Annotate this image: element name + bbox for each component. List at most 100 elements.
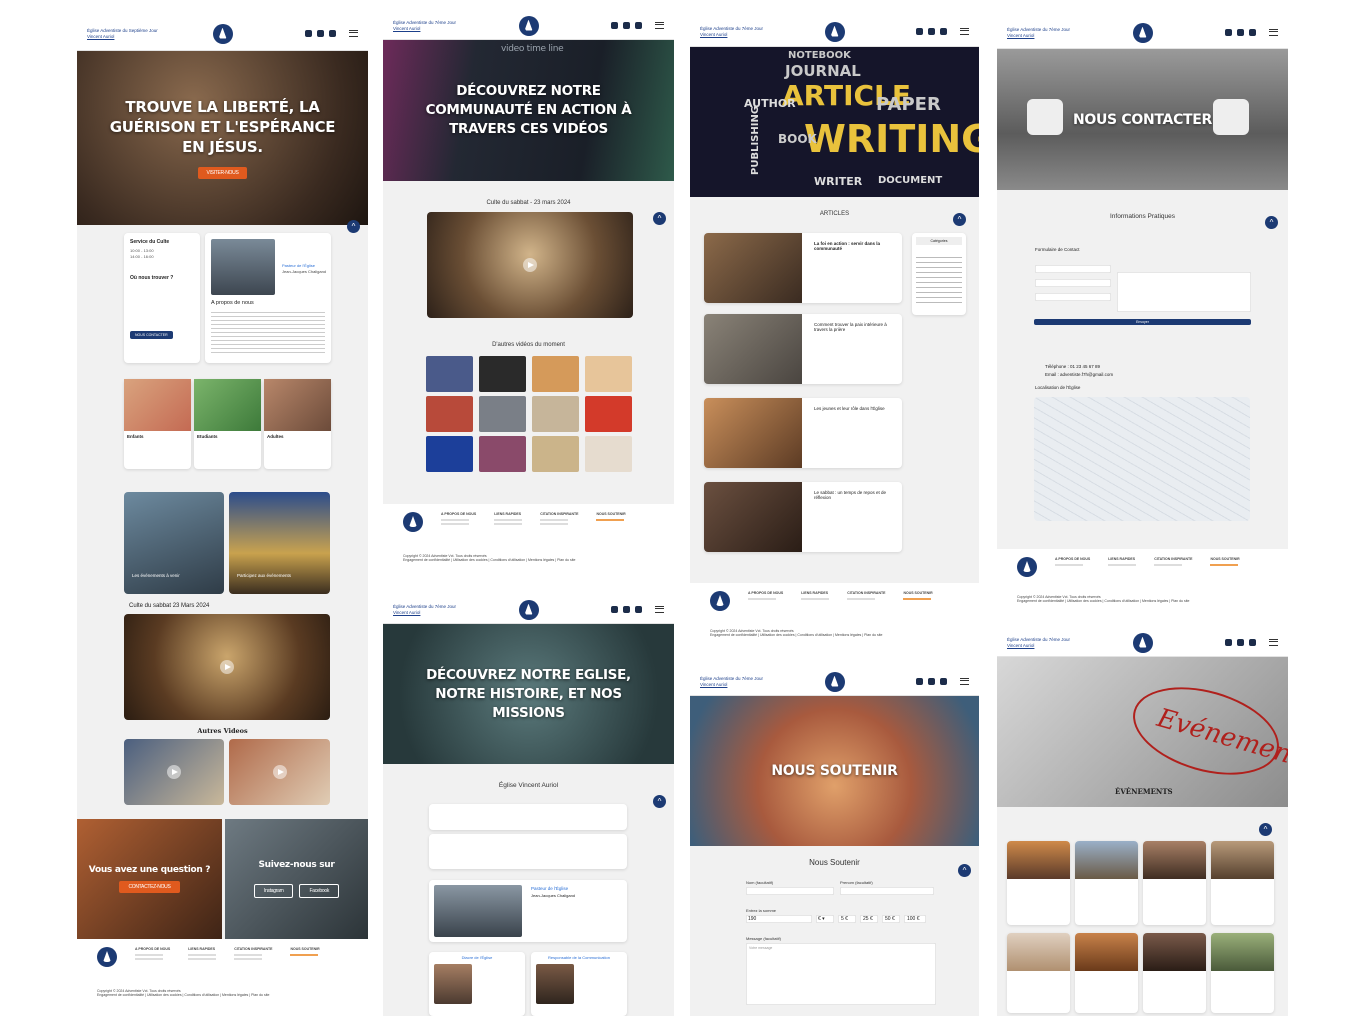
- menu-icon[interactable]: [655, 22, 664, 29]
- send-button[interactable]: Envoyer: [1034, 319, 1251, 325]
- footer-logo-icon[interactable]: [403, 512, 423, 532]
- events-join-card[interactable]: Participez aux événements: [229, 492, 330, 594]
- video-thumb[interactable]: [585, 356, 632, 392]
- event-card[interactable]: [1007, 933, 1070, 1013]
- message-textarea[interactable]: Votre message: [746, 943, 936, 1005]
- instagram-icon[interactable]: [1225, 29, 1232, 36]
- video-thumb-2[interactable]: [229, 739, 330, 805]
- youtube-icon[interactable]: [928, 678, 935, 685]
- event-card[interactable]: [1143, 841, 1206, 925]
- footer-links[interactable]: Engagement de confidentialité | Utilisat…: [1017, 599, 1268, 603]
- categories-list[interactable]: [916, 253, 962, 307]
- footer-logo-icon[interactable]: [97, 947, 117, 967]
- facebook-icon[interactable]: [940, 28, 947, 35]
- scroll-top-icon[interactable]: ^: [953, 213, 966, 226]
- facebook-button[interactable]: Facebook: [299, 884, 340, 898]
- instagram-icon[interactable]: [305, 30, 312, 37]
- firstname-input[interactable]: [1035, 279, 1111, 287]
- article-card-4[interactable]: Le sabbat : un temps de repos et de réfl…: [704, 482, 902, 552]
- preset-100-button[interactable]: 100 €: [904, 915, 926, 923]
- play-icon[interactable]: [167, 765, 181, 779]
- article-card-2[interactable]: Comment trouver la paix intérieure à tra…: [704, 314, 902, 384]
- currency-select[interactable]: € ▾: [816, 915, 834, 923]
- preset-25-button[interactable]: 25 €: [860, 915, 878, 923]
- contact-us-button[interactable]: Nous contacter: [130, 331, 173, 339]
- brand-name[interactable]: Église Adventiste du 7ème Jour Vincent Au…: [393, 20, 468, 32]
- location-map[interactable]: [1034, 397, 1250, 521]
- footer-logo-icon[interactable]: [1017, 557, 1037, 577]
- prenom-input[interactable]: [840, 887, 934, 895]
- video-thumb[interactable]: [585, 436, 632, 472]
- video-thumb[interactable]: [532, 396, 579, 432]
- facebook-icon[interactable]: [635, 606, 642, 613]
- event-card[interactable]: [1075, 841, 1138, 925]
- church-logo-icon[interactable]: [824, 671, 845, 692]
- preset-5-button[interactable]: 5 €: [838, 915, 856, 923]
- group-card-children[interactable]: Enfants: [124, 379, 191, 469]
- menu-icon[interactable]: [1269, 29, 1278, 36]
- church-logo-icon[interactable]: [1132, 632, 1153, 653]
- message-input[interactable]: [1117, 272, 1251, 312]
- instagram-icon[interactable]: [611, 22, 618, 29]
- facebook-icon[interactable]: [329, 30, 336, 37]
- instagram-icon[interactable]: [916, 28, 923, 35]
- group-card-students[interactable]: Etudiants: [194, 379, 261, 469]
- video-thumb[interactable]: [426, 436, 473, 472]
- play-icon[interactable]: [220, 660, 234, 674]
- instagram-button[interactable]: Instagram: [253, 884, 294, 898]
- brand-name[interactable]: Église Adventiste du 7ème Jour Vincent Au…: [700, 26, 775, 38]
- events-upcoming-card[interactable]: Les événements à venir: [124, 492, 224, 594]
- scroll-top-icon[interactable]: ^: [653, 212, 666, 225]
- scroll-top-icon[interactable]: ^: [347, 220, 360, 233]
- church-logo-icon[interactable]: [518, 15, 539, 36]
- video-thumb[interactable]: [479, 436, 526, 472]
- menu-icon[interactable]: [960, 678, 969, 685]
- brand-name[interactable]: Église Adventiste du 7ème Jour Vincent Au…: [393, 604, 468, 616]
- facebook-icon[interactable]: [940, 678, 947, 685]
- scroll-top-icon[interactable]: ^: [1265, 216, 1278, 229]
- church-logo-icon[interactable]: [518, 599, 539, 620]
- visit-button[interactable]: Visiter-nous: [197, 167, 248, 179]
- menu-icon[interactable]: [960, 28, 969, 35]
- amount-input[interactable]: 190: [746, 915, 812, 923]
- culte-video[interactable]: [124, 614, 330, 720]
- event-card[interactable]: [1211, 933, 1274, 1013]
- facebook-icon[interactable]: [635, 22, 642, 29]
- brand-name[interactable]: Église Adventiste du 7ème Jour Vincent Au…: [1007, 637, 1082, 649]
- youtube-icon[interactable]: [317, 30, 324, 37]
- email-input[interactable]: [1035, 293, 1111, 301]
- instagram-icon[interactable]: [1225, 639, 1232, 646]
- video-thumb[interactable]: [532, 356, 579, 392]
- article-card-1[interactable]: La foi en action : servir dans la commun…: [704, 233, 902, 303]
- brand-name[interactable]: Église Adventiste du 7ème Jour Vincent Au…: [700, 676, 775, 688]
- contact-button[interactable]: Contactez-nous: [119, 881, 180, 893]
- footer-links[interactable]: Engagement de confidentialité | Utilisat…: [403, 558, 654, 562]
- brand-name[interactable]: Église Adventiste du 7ème Jour Vincent Au…: [1007, 27, 1082, 39]
- church-logo-icon[interactable]: [212, 23, 233, 44]
- group-card-adults[interactable]: Adultes: [264, 379, 331, 469]
- footer-links[interactable]: Engagement de confidentialité | Utilisat…: [97, 993, 348, 997]
- instagram-icon[interactable]: [916, 678, 923, 685]
- video-thumb-1[interactable]: [124, 739, 224, 805]
- footer-links[interactable]: Engagement de confidentialité | Utilisat…: [710, 633, 959, 637]
- youtube-icon[interactable]: [1237, 639, 1244, 646]
- event-card[interactable]: [1211, 841, 1274, 925]
- menu-icon[interactable]: [655, 606, 664, 613]
- menu-icon[interactable]: [1269, 639, 1278, 646]
- scroll-top-icon[interactable]: ^: [653, 795, 666, 808]
- footer-logo-icon[interactable]: [710, 591, 730, 611]
- youtube-icon[interactable]: [623, 22, 630, 29]
- menu-icon[interactable]: [349, 30, 358, 37]
- youtube-icon[interactable]: [623, 606, 630, 613]
- event-card[interactable]: [1143, 933, 1206, 1013]
- facebook-icon[interactable]: [1249, 639, 1256, 646]
- video-thumb[interactable]: [426, 396, 473, 432]
- play-icon[interactable]: [523, 258, 537, 272]
- main-video[interactable]: [427, 212, 633, 318]
- scroll-top-icon[interactable]: ^: [1259, 823, 1272, 836]
- article-card-3[interactable]: Les jeunes et leur rôle dans l'Église: [704, 398, 902, 468]
- youtube-icon[interactable]: [928, 28, 935, 35]
- facebook-icon[interactable]: [1249, 29, 1256, 36]
- preset-50-button[interactable]: 50 €: [882, 915, 900, 923]
- play-icon[interactable]: [272, 765, 287, 779]
